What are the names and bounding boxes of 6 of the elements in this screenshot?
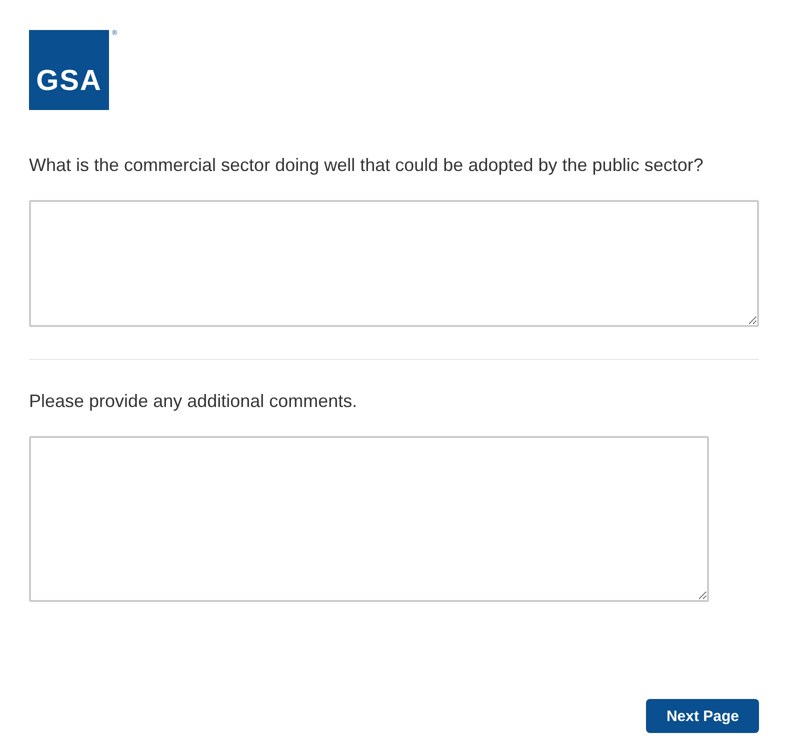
- answer-box[interactable]: [29, 200, 759, 327]
- question-label: Please provide any additional comments.: [29, 391, 358, 411]
- logo: GSA: [29, 30, 109, 110]
- question-label: What is the commercial sector doing well that could be adopted by the public sector?: [29, 155, 704, 175]
- answer-box[interactable]: [29, 436, 709, 602]
- next-page-button[interactable]: Next Page: [646, 699, 759, 733]
